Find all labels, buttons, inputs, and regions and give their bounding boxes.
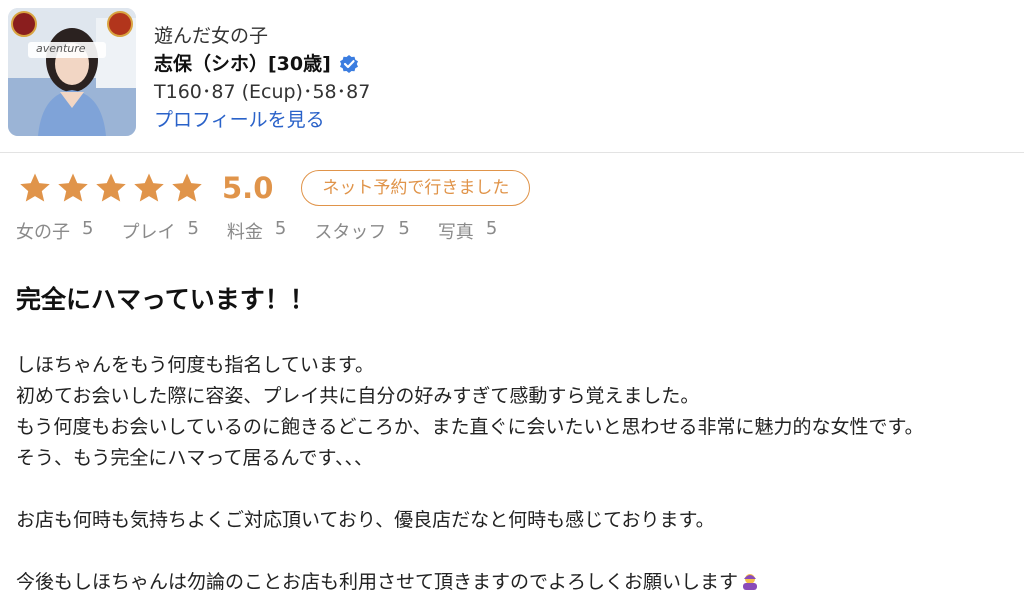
review-title: 完全にハマっています！！ xyxy=(16,285,315,314)
girl-info: 遊んだ女の子 志保（シホ）[30歳] T160･87 (Ecup)･58･87 … xyxy=(154,22,370,134)
aventure-watermark: aventure xyxy=(36,42,86,55)
subscore-label: プレイ xyxy=(121,222,176,243)
review-line-last: 今後もしほちゃんは勿論のことお店も利用させて頂きますのでよろしくお願いします xyxy=(16,567,1020,601)
view-profile-link[interactable]: プロフィールを見る xyxy=(154,106,325,134)
girl-name[interactable]: 志保（シホ）[30歳] xyxy=(154,50,331,78)
bowing-person-emoji xyxy=(740,570,760,601)
subscore-label: 女の子 xyxy=(16,222,70,243)
review-line: しほちゃんをもう何度も指名しています。 xyxy=(16,354,374,376)
star-icon xyxy=(20,173,50,202)
rating-score: 5.0 xyxy=(222,171,274,205)
subscore-value: 5 xyxy=(398,218,410,239)
subscores: 女の子 5 プレイ 5 料金 5 スタッフ 5 写真 5 xyxy=(16,218,497,244)
review-line: もう何度もお会いしているのに飽きるどころか、また直ぐに会いたいと思わせる非常に魅… xyxy=(16,416,924,438)
subscore-play: プレイ 5 xyxy=(121,218,198,244)
subscore-label: スタッフ xyxy=(314,222,387,243)
subscore-value: 5 xyxy=(187,218,199,239)
subscore-staff: スタッフ 5 xyxy=(314,218,409,244)
star-icon xyxy=(134,173,164,202)
subscore-value: 5 xyxy=(485,218,498,239)
played-label: 遊んだ女の子 xyxy=(154,25,269,47)
review-line: 初めてお会いした際に容姿、プレイ共に自分の好みすぎて感動すら覚えました。 xyxy=(16,385,700,407)
subscore-photo: 写真 5 xyxy=(438,218,497,244)
subscore-value: 5 xyxy=(82,218,94,239)
verified-check-icon xyxy=(339,54,359,74)
review-body: しほちゃんをもう何度も指名しています。 初めてお会いした際に容姿、プレイ共に自分… xyxy=(16,350,1020,601)
star-rating xyxy=(18,171,204,205)
star-icon xyxy=(58,173,88,202)
review-line-text: 今後もしほちゃんは勿論のことお店も利用させて頂きますのでよろしくお願いします xyxy=(16,571,739,593)
name-row: 志保（シホ）[30歳] xyxy=(154,50,370,78)
girl-photo xyxy=(8,8,136,136)
subscore-value: 5 xyxy=(274,218,287,239)
subscore-label: 料金 xyxy=(226,222,263,243)
star-icon xyxy=(172,173,202,202)
star-icon xyxy=(96,173,126,202)
girl-avatar[interactable]: aventure xyxy=(8,8,136,136)
review-line: そう、もう完全にハマって居るんです、、、 xyxy=(16,447,374,469)
net-reservation-badge: ネット予約で行きました xyxy=(301,170,531,206)
subscore-label: 写真 xyxy=(437,222,474,243)
girl-header: aventure 遊んだ女の子 志保（シホ）[30歳] T160･87 (Ecu… xyxy=(0,0,1024,153)
subscore-girl: 女の子 5 xyxy=(16,218,93,244)
rating-row: 5.0 ネット予約で行きました xyxy=(18,170,531,206)
review-line: お店も何時も気持ちよくご対応頂いており、優良店だなと何時も感じております。 xyxy=(16,509,715,531)
subscore-price: 料金 5 xyxy=(227,218,286,244)
measurements: T160･87 (Ecup)･58･87 xyxy=(154,81,371,103)
